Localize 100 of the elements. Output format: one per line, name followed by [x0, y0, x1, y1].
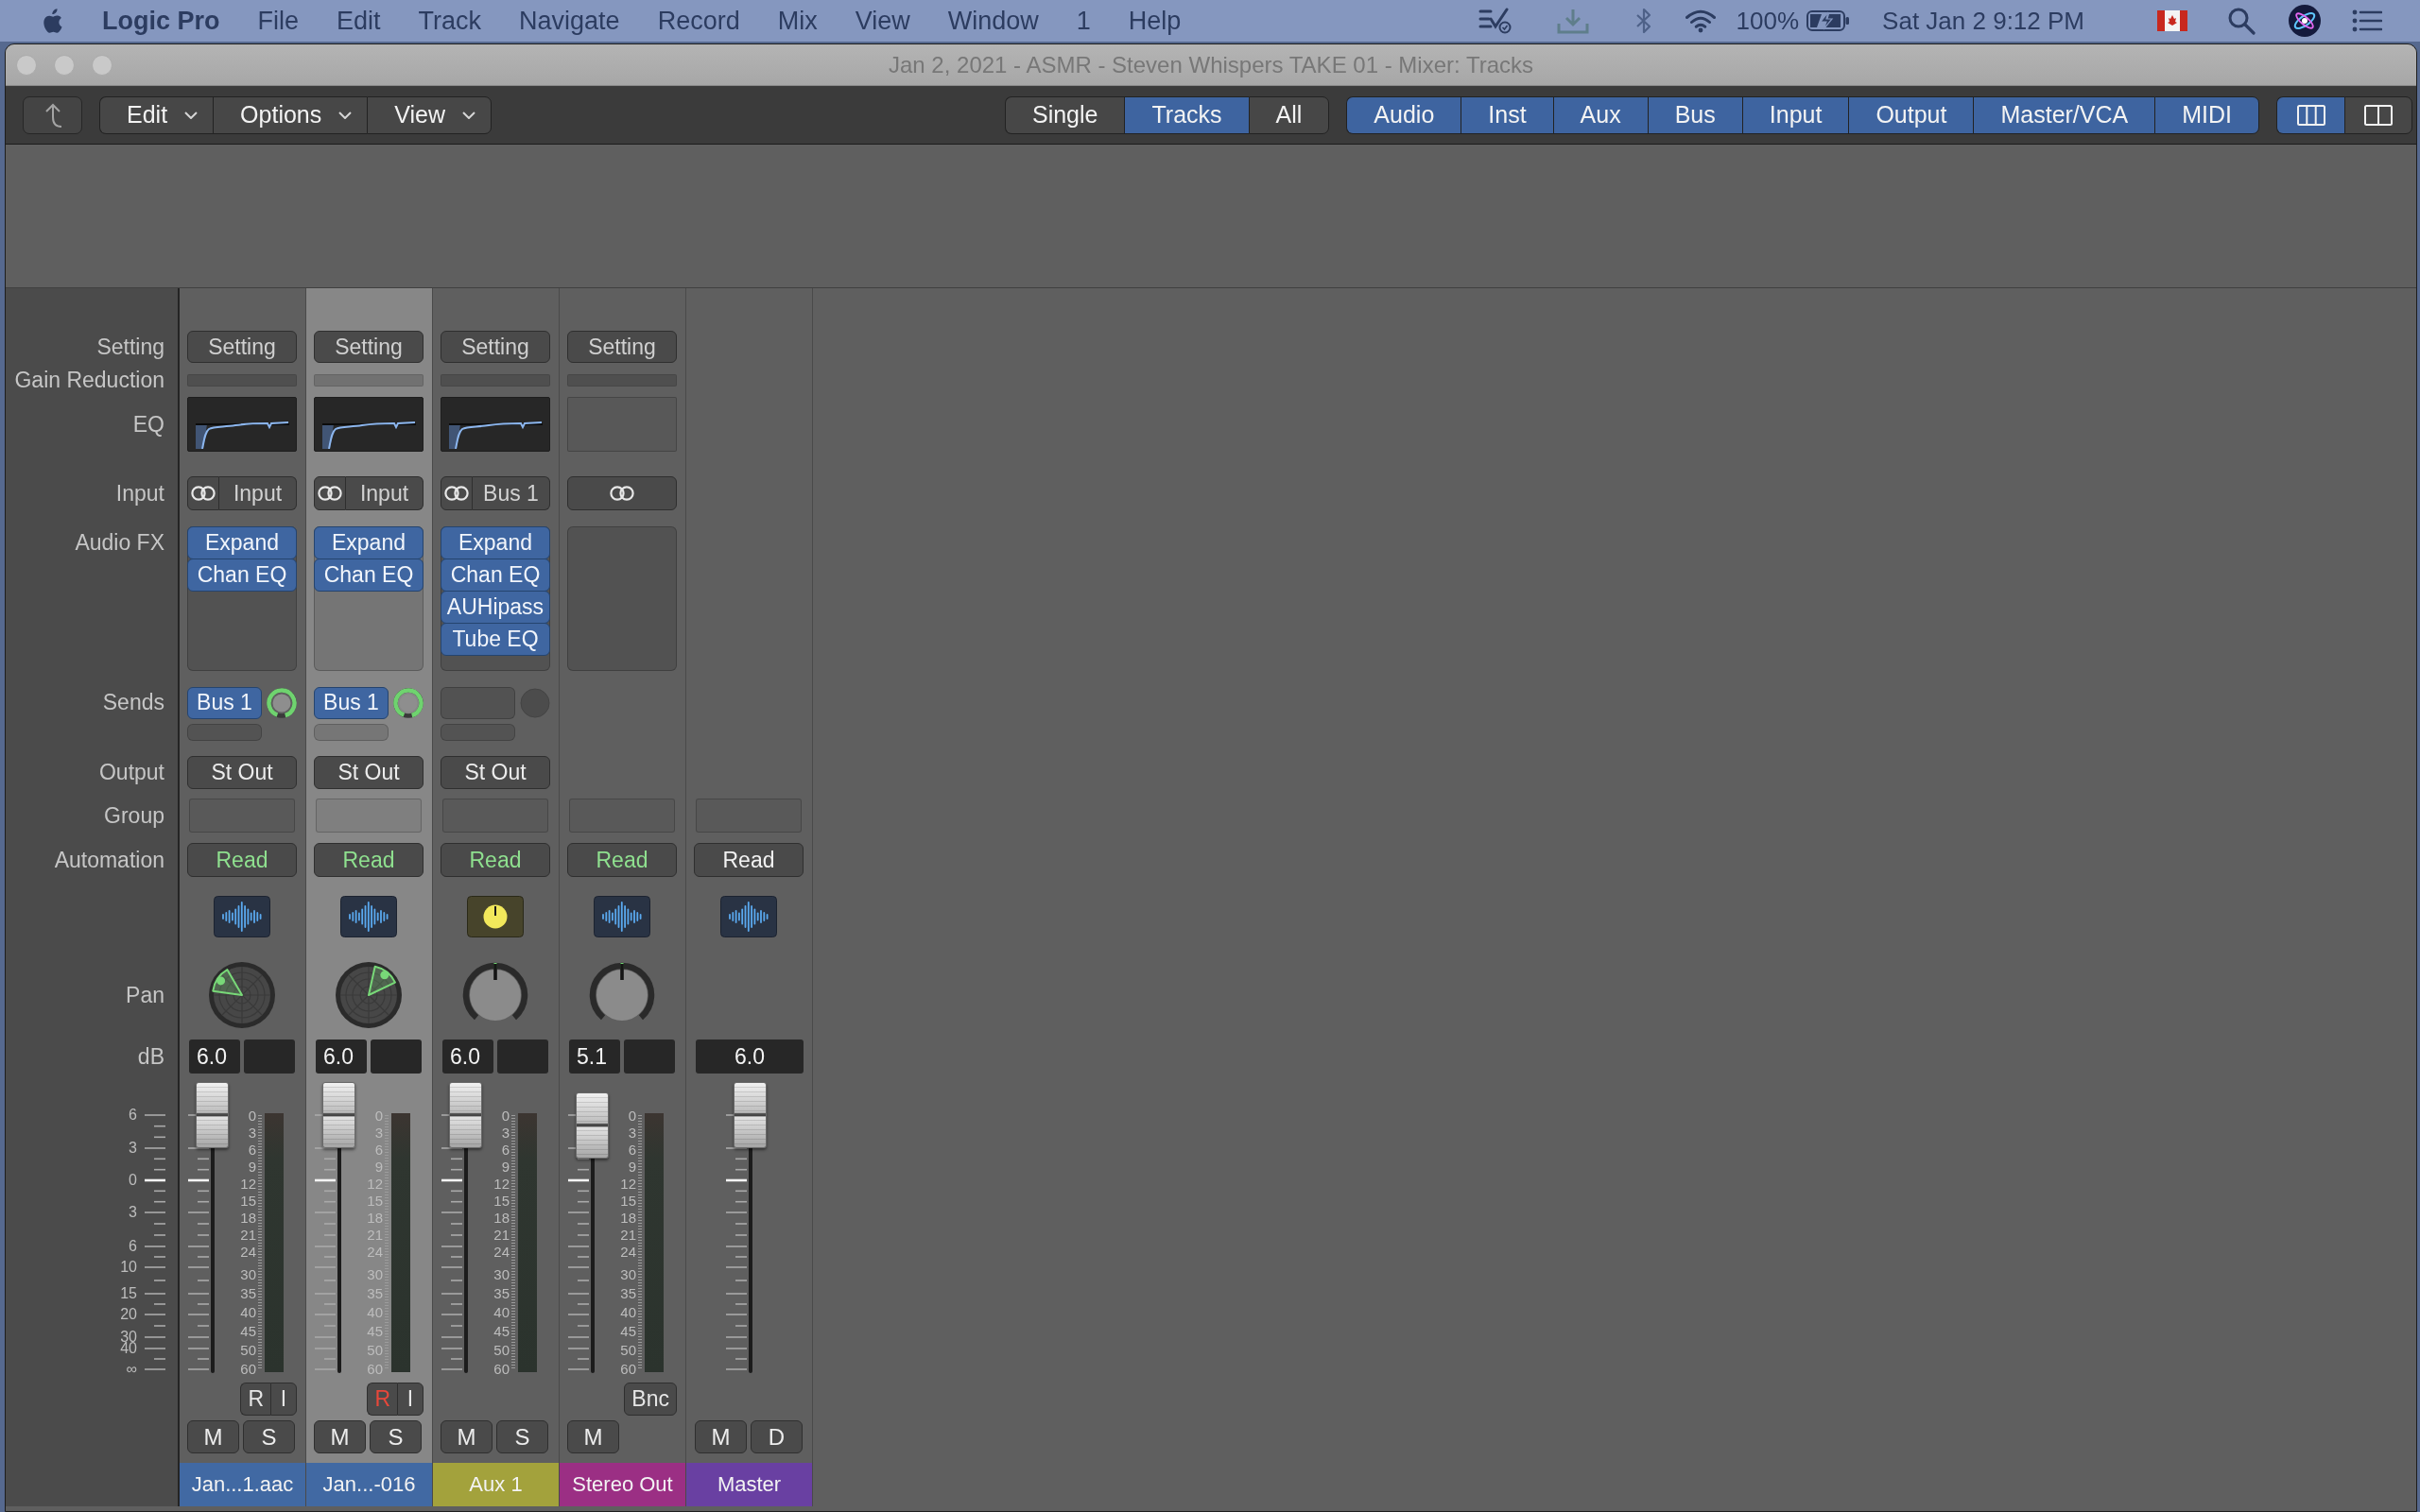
filter-tab[interactable]: Bus	[1647, 95, 1742, 134]
send-level-knob[interactable]	[267, 687, 297, 718]
wifi-icon[interactable]	[1684, 9, 1717, 33]
automation-mode-button[interactable]: Read	[441, 843, 550, 877]
volume-readout[interactable]: 6.0	[189, 1040, 240, 1074]
stereo-format-button[interactable]	[187, 476, 219, 510]
binaural-panner[interactable]	[336, 962, 402, 1028]
pan-handle[interactable]	[216, 976, 226, 986]
channel-button[interactable]: S	[496, 1420, 548, 1453]
input-button[interactable]: Input	[346, 476, 424, 510]
flag-icon[interactable]	[2157, 10, 2187, 31]
search-icon[interactable]	[2227, 7, 2256, 35]
menu-item[interactable]: Edit	[337, 6, 381, 36]
app-menu[interactable]: Logic Pro	[102, 6, 220, 36]
menu-item[interactable]: Track	[418, 6, 482, 36]
send-slot[interactable]: Bus 1	[314, 686, 389, 719]
fader-handle[interactable]	[576, 1091, 609, 1159]
plugin-slot[interactable]: Expand	[187, 526, 297, 559]
up-button[interactable]	[23, 95, 82, 134]
channel-button[interactable]: M	[695, 1420, 747, 1453]
eq-button[interactable]	[187, 397, 297, 452]
orb-icon[interactable]	[2289, 5, 2321, 37]
plugin-slot[interactable]: Chan EQ	[441, 558, 550, 592]
layout-button[interactable]	[2344, 95, 2412, 134]
output-button[interactable]: St Out	[187, 756, 297, 789]
track-button[interactable]: Bnc	[624, 1383, 677, 1416]
setting-button[interactable]: Setting	[314, 331, 424, 363]
eq-button[interactable]	[314, 397, 424, 452]
volume-fader[interactable]	[449, 1082, 482, 1375]
track-button[interactable]: I	[397, 1383, 424, 1416]
channel-button[interactable]: M	[314, 1420, 366, 1453]
filter-tab[interactable]: Input	[1741, 95, 1849, 134]
menu-item[interactable]: Navigate	[519, 6, 620, 36]
volume-fader[interactable]	[322, 1082, 355, 1375]
volume-readout[interactable]: 6.0	[696, 1040, 804, 1074]
automation-mode-button[interactable]: Read	[314, 843, 424, 877]
setting-button[interactable]: Setting	[187, 331, 297, 363]
volume-readout[interactable]: 6.0	[316, 1040, 367, 1074]
menu-button[interactable]: Options	[213, 95, 368, 134]
filter-tab[interactable]: Master/VCA	[1973, 95, 2155, 134]
stereo-format-button[interactable]	[441, 476, 473, 510]
setting-button[interactable]: Setting	[567, 331, 677, 363]
pan-handle[interactable]	[380, 971, 389, 980]
battery-charging-icon[interactable]	[1806, 10, 1851, 31]
volume-fader[interactable]	[734, 1082, 767, 1375]
binaural-panner[interactable]	[209, 962, 275, 1028]
layout-button[interactable]	[2276, 95, 2344, 134]
channel-button[interactable]: M	[567, 1420, 619, 1453]
channel-button[interactable]: S	[370, 1420, 422, 1453]
menu-item[interactable]: 1	[1076, 6, 1091, 36]
send-slot[interactable]: Bus 1	[187, 686, 262, 719]
apple-icon[interactable]	[42, 8, 62, 34]
plugin-slot[interactable]: Expand	[441, 526, 550, 559]
stereo-format-button[interactable]	[567, 476, 677, 510]
volume-fader[interactable]	[196, 1082, 229, 1375]
checklist-icon[interactable]	[1478, 8, 1512, 34]
input-button[interactable]: Input	[219, 476, 297, 510]
list-icon[interactable]	[2352, 9, 2382, 32]
menu-item[interactable]: View	[855, 6, 910, 36]
menu-item[interactable]: File	[257, 6, 300, 36]
menu-bar-clock[interactable]: Sat Jan 2 9:12 PM	[1882, 6, 2084, 36]
automation-mode-button[interactable]: Read	[567, 843, 677, 877]
send-level-knob[interactable]	[393, 687, 424, 718]
output-button[interactable]: St Out	[441, 756, 550, 789]
view-mode-tab[interactable]: All	[1248, 95, 1330, 134]
automation-mode-button[interactable]: Read	[694, 843, 804, 877]
plugin-slot[interactable]: AUHipass	[441, 591, 550, 624]
channel-button[interactable]: D	[751, 1420, 803, 1453]
channel-button[interactable]: M	[441, 1420, 493, 1453]
view-mode-tab[interactable]: Single	[1004, 95, 1125, 134]
track-button[interactable]: I	[270, 1383, 297, 1416]
output-button[interactable]: St Out	[314, 756, 424, 789]
view-mode-tab[interactable]: Tracks	[1124, 95, 1249, 134]
menu-item[interactable]: Window	[947, 6, 1039, 36]
plugin-slot[interactable]: Tube EQ	[441, 623, 550, 656]
menu-item[interactable]: Record	[657, 6, 740, 36]
channel-button[interactable]: M	[187, 1420, 239, 1453]
track-button[interactable]: R	[240, 1383, 270, 1416]
plugin-slot[interactable]: Expand	[314, 526, 424, 559]
filter-tab[interactable]: MIDI	[2154, 95, 2259, 134]
menu-button[interactable]: Edit	[99, 95, 214, 134]
channel-button[interactable]: S	[243, 1420, 295, 1453]
filter-tab[interactable]: Audio	[1346, 95, 1461, 134]
automation-mode-button[interactable]: Read	[187, 843, 297, 877]
menu-item[interactable]: Help	[1128, 6, 1182, 36]
fader-handle[interactable]	[322, 1082, 355, 1148]
menu-item[interactable]: Mix	[777, 6, 818, 36]
volume-readout[interactable]: 6.0	[442, 1040, 493, 1074]
filter-tab[interactable]: Inst	[1461, 95, 1553, 134]
fader-handle[interactable]	[196, 1082, 229, 1148]
fader-handle[interactable]	[449, 1082, 482, 1148]
plugin-slot[interactable]: Chan EQ	[314, 558, 424, 592]
volume-readout[interactable]: 5.1	[569, 1040, 620, 1074]
setting-button[interactable]: Setting	[441, 331, 550, 363]
input-button[interactable]: Bus 1	[473, 476, 550, 510]
filter-tab[interactable]: Aux	[1552, 95, 1648, 134]
menu-button[interactable]: View	[367, 95, 492, 134]
eq-button[interactable]	[441, 397, 550, 452]
plugin-slot[interactable]: Chan EQ	[187, 558, 297, 592]
stereo-format-button[interactable]	[314, 476, 346, 510]
